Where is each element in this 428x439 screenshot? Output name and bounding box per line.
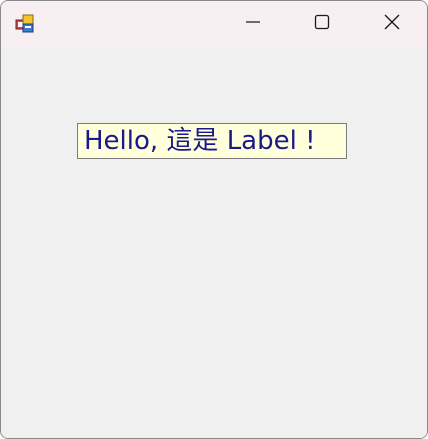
maximize-button[interactable] — [287, 1, 357, 47]
minimize-icon — [245, 14, 261, 34]
form-client-area: Hello, 這是 Label ! — [1, 47, 427, 438]
app-icon[interactable] — [15, 14, 35, 34]
maximize-icon — [314, 14, 330, 34]
minimize-button[interactable] — [218, 1, 288, 47]
title-bar[interactable] — [1, 1, 427, 47]
close-icon — [384, 14, 400, 34]
hello-label: Hello, 這是 Label ! — [77, 123, 347, 159]
app-window: Hello, 這是 Label ! — [0, 0, 428, 439]
close-button[interactable] — [357, 1, 427, 47]
